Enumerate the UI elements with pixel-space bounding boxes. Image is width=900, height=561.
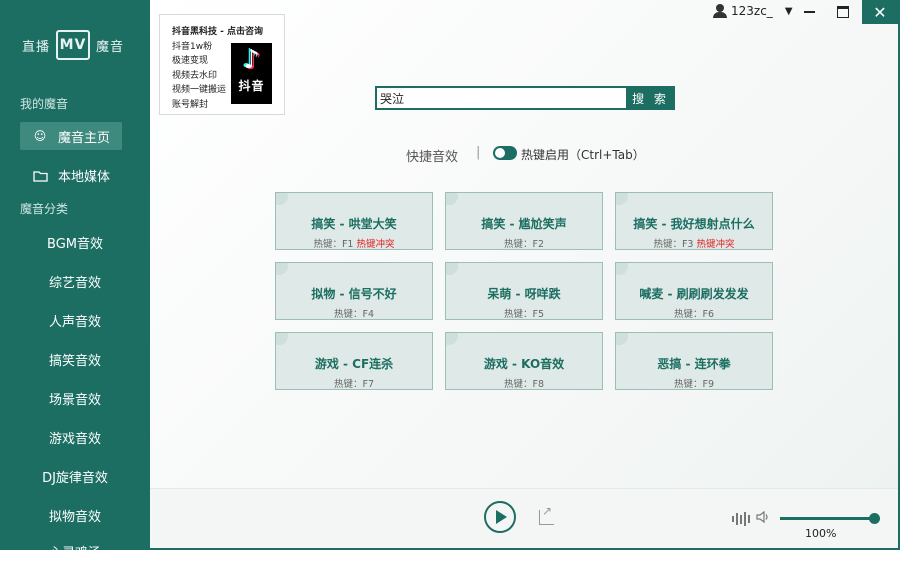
user-icon	[713, 4, 727, 18]
sound-tile[interactable]: 游戏 - CF连杀 热键：F7	[275, 332, 433, 390]
hotkey-text: 热键：F5	[503, 309, 544, 320]
tile-hotkey: 热键：F3 热键冲突	[616, 236, 772, 250]
sound-tile[interactable]: 呆萌 - 呀咩跌 热键：F5	[445, 262, 603, 320]
category-inspiration[interactable]: 心灵鸡汤	[0, 542, 150, 561]
main-panel: 抖音黑科技 - 点击咨询 抖音1w粉 极速变现 视频去水印 视频一键搬运 账号解…	[150, 0, 900, 550]
username: 123zc_	[731, 4, 773, 18]
hotkey-toggle-label: 热键启用（Ctrl+Tab）	[521, 148, 645, 162]
tile-title: 喊麦 - 刷刷刷发发发	[639, 287, 749, 301]
hotkey-conflict: 热键冲突	[356, 239, 395, 250]
tile-title: 搞笑 - 哄堂大笑	[311, 217, 397, 231]
play-icon	[496, 510, 507, 524]
content-area: 抖音黑科技 - 点击咨询 抖音1w粉 极速变现 视频去水印 视频一键搬运 账号解…	[150, 0, 898, 488]
volume-label: 100%	[805, 527, 837, 540]
hotkey-text: 热键：F2	[503, 239, 544, 250]
logo-mark: MV	[56, 30, 91, 60]
tile-hotkey: 热键：F8	[446, 376, 602, 390]
category-variety[interactable]: 综艺音效	[0, 272, 150, 291]
tile-title: 呆萌 - 呀咩跌	[487, 287, 561, 301]
volume-slider[interactable]	[780, 517, 872, 520]
sound-tile[interactable]: 游戏 - KO音效 热键：F8	[445, 332, 603, 390]
tile-hotkey: 热键：F2	[446, 236, 602, 250]
ad-line: 抖音黑科技 - 点击咨询	[172, 27, 264, 37]
category-imitation[interactable]: 拟物音效	[0, 506, 150, 525]
search-input[interactable]	[375, 86, 632, 110]
sidebar-item-label: 本地媒体	[58, 170, 111, 185]
hotkey-text: 热键：F9	[673, 379, 714, 390]
section-my-magic: 我的魔音	[20, 97, 69, 111]
sidebar-item-home[interactable]: ☺ 魔音主页	[20, 122, 122, 150]
player-bar: 100%	[150, 488, 898, 548]
music-note-icon: ♪	[243, 45, 260, 75]
sound-tile[interactable]: 喊麦 - 刷刷刷发发发 热键：F6	[615, 262, 773, 320]
search-button[interactable]: 搜 索	[626, 86, 675, 110]
logo-right-text: 魔音	[96, 39, 125, 55]
category-game[interactable]: 游戏音效	[0, 428, 150, 447]
tile-hotkey: 热键：F1 热键冲突	[276, 236, 432, 250]
hotkey-text: 热键：F3	[653, 239, 694, 250]
section-categories: 魔音分类	[20, 202, 69, 216]
minimize-button[interactable]	[794, 0, 824, 24]
tile-hotkey: 热键：F9	[616, 376, 772, 390]
tile-title: 拟物 - 信号不好	[311, 287, 397, 301]
sound-tile[interactable]: 恶搞 - 连环拳 热键：F9	[615, 332, 773, 390]
category-voice[interactable]: 人声音效	[0, 311, 150, 330]
sidebar: 直播 MV 魔音 我的魔音 ☺ 魔音主页 本地媒体 魔音分类 BGM音效 综艺音…	[0, 0, 150, 561]
ad-banner[interactable]: 抖音黑科技 - 点击咨询 抖音1w粉 极速变现 视频去水印 视频一键搬运 账号解…	[159, 14, 285, 115]
caret-down-icon: ▼	[784, 5, 793, 17]
smile-icon: ☺	[33, 129, 47, 143]
maximize-button[interactable]	[828, 0, 858, 24]
export-button[interactable]	[539, 504, 554, 525]
tile-hotkey: 热键：F6	[616, 306, 772, 320]
sound-tile[interactable]: 搞笑 - 我好想射点什么 热键：F3 热键冲突	[615, 192, 773, 250]
folder-icon	[32, 169, 48, 183]
speaker-icon[interactable]	[756, 510, 770, 528]
minimize-icon	[803, 11, 815, 13]
hotkey-text: 热键：F4	[333, 309, 374, 320]
tile-title: 搞笑 - 尴尬笑声	[481, 217, 567, 231]
tile-hotkey: 热键：F4	[276, 306, 432, 320]
tiktok-logo: ♪ 抖音	[231, 43, 272, 104]
hotkey-text: 热键：F6	[673, 309, 714, 320]
hotkey-text: 热键：F7	[333, 379, 374, 390]
sound-tile[interactable]: 搞笑 - 哄堂大笑 热键：F1 热键冲突	[275, 192, 433, 250]
user-menu[interactable]: 123zc_ ▼	[713, 4, 793, 18]
waveform-icon[interactable]	[732, 512, 750, 526]
divider: |	[476, 145, 481, 160]
volume-slider-handle[interactable]	[869, 513, 880, 524]
category-funny[interactable]: 搞笑音效	[0, 350, 150, 369]
quick-effects-label: 快捷音效	[406, 150, 459, 165]
sound-tile[interactable]: 拟物 - 信号不好 热键：F4	[275, 262, 433, 320]
logo-left-text: 直播	[22, 39, 51, 55]
tile-hotkey: 热键：F7	[276, 376, 432, 390]
tile-title: 游戏 - CF连杀	[314, 357, 394, 371]
close-button[interactable]: ✕	[862, 0, 898, 24]
tile-hotkey: 热键：F5	[446, 306, 602, 320]
app-window: 直播 MV 魔音 我的魔音 ☺ 魔音主页 本地媒体 魔音分类 BGM音效 综艺音…	[0, 0, 900, 561]
close-icon: ✕	[873, 2, 887, 22]
app-logo: 直播 MV 魔音	[22, 30, 124, 60]
tile-title: 游戏 - KO音效	[483, 357, 565, 371]
hotkey-toggle[interactable]	[493, 146, 517, 160]
category-bgm[interactable]: BGM音效	[0, 233, 150, 252]
tile-title: 恶搞 - 连环拳	[657, 357, 731, 371]
sidebar-item-label: 魔音主页	[58, 130, 111, 146]
category-dj[interactable]: DJ旋律音效	[0, 467, 150, 486]
sidebar-item-local-media[interactable]: 本地媒体	[32, 166, 110, 185]
hotkey-text: 热键：F8	[503, 379, 544, 390]
sound-tile[interactable]: 搞笑 - 尴尬笑声 热键：F2	[445, 192, 603, 250]
maximize-icon	[837, 6, 849, 18]
hotkey-text: 热键：F1	[313, 239, 354, 250]
play-button[interactable]	[484, 501, 516, 533]
hotkey-conflict: 热键冲突	[696, 239, 735, 250]
category-scene[interactable]: 场景音效	[0, 389, 150, 408]
tiktok-label: 抖音	[238, 79, 265, 93]
tile-title: 搞笑 - 我好想射点什么	[633, 217, 755, 231]
